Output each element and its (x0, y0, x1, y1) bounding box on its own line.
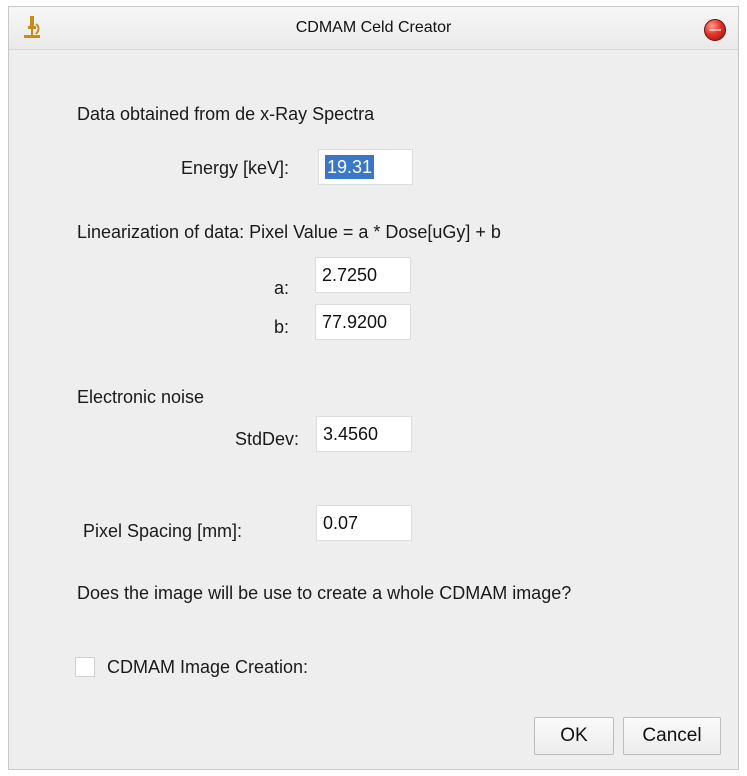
dialog-window: CDMAM Celd Creator Data obtained from de… (8, 6, 739, 770)
energy-label: Energy [keV]: (180, 158, 289, 178)
stddev-input[interactable]: 3.4560 (316, 416, 412, 452)
pixel-spacing-label: Pixel Spacing [mm]: (83, 521, 243, 541)
question-text: Does the image will be use to create a w… (77, 583, 572, 603)
energy-value-selected: 19.31 (325, 155, 375, 179)
pixel-spacing-input[interactable]: 0.07 (316, 505, 412, 541)
noise-heading: Electronic noise (77, 387, 205, 407)
b-input[interactable]: 77.9200 (315, 304, 411, 340)
spectra-heading: Data obtained from de x-Ray Spectra (77, 104, 375, 124)
a-input[interactable]: 2.7250 (315, 257, 411, 293)
window-title: CDMAM Celd Creator (295, 19, 452, 36)
a-label: a: (273, 278, 289, 298)
close-icon[interactable] (704, 19, 726, 41)
energy-input[interactable]: 19.31 (318, 149, 413, 185)
cdmam-creation-checkbox[interactable] (75, 657, 95, 677)
cancel-button[interactable]: Cancel (623, 717, 721, 755)
cdmam-creation-label[interactable]: CDMAM Image Creation: (107, 656, 308, 678)
linearization-heading: Linearization of data: Pixel Value = a *… (77, 222, 501, 242)
stddev-label: StdDev: (234, 429, 299, 449)
ok-button[interactable]: OK (534, 717, 614, 755)
b-label: b: (273, 317, 289, 337)
title-bar[interactable]: CDMAM Celd Creator (9, 7, 738, 50)
